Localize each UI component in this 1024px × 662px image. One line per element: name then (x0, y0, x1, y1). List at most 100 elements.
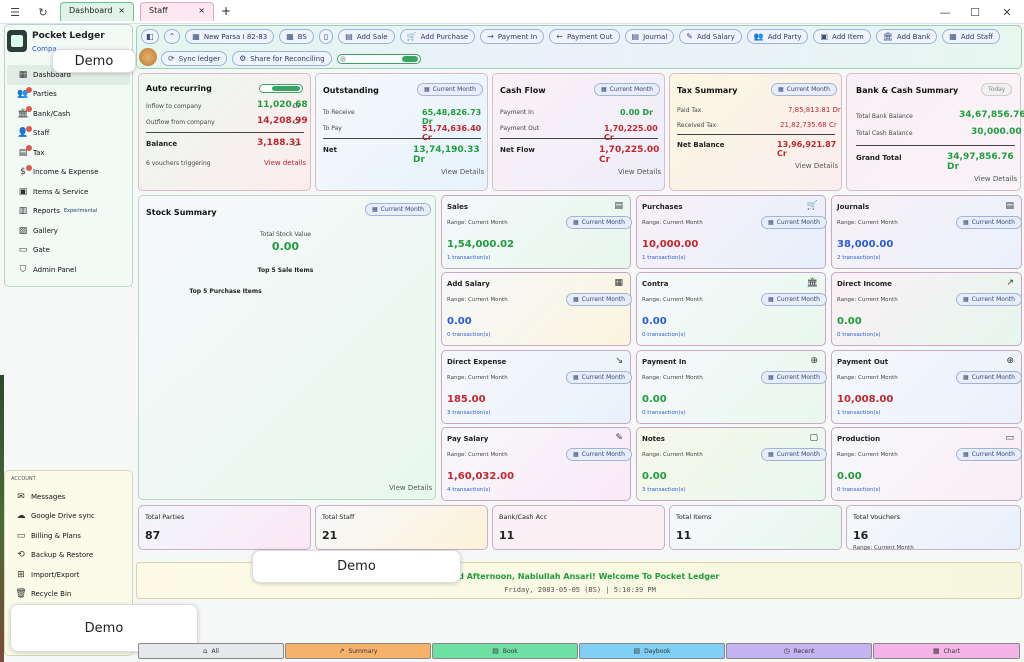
period-pill[interactable]: ▦ Current Month (956, 371, 1022, 384)
toolbar-row-2: ⟳ Sync ledger ⚙ Share for Reconciling (161, 51, 421, 66)
stock-value-label: Total Stock Value (260, 231, 311, 238)
period-pill[interactable]: ▦ Current Month (365, 203, 431, 216)
company-selector[interactable]: ▦ New Parsa I 82-83 (185, 29, 275, 44)
period-pill[interactable]: ▦ Current Month (594, 83, 660, 96)
bottom-tab-chart[interactable]: ▦ Chart (873, 643, 1020, 659)
tile-direct-income[interactable]: Direct Income ↗ Range: Current Month ▦ Cu… (831, 272, 1022, 346)
account-item-import-export[interactable]: ⊞ Import/Export (5, 565, 130, 585)
close-icon[interactable]: × (118, 6, 125, 18)
account-item-backup[interactable]: ⟲ Backup & Restore (5, 546, 130, 566)
pill-label: Current Month (609, 86, 653, 93)
tile-production[interactable]: Production ▭ Range: Current Month ▦ Curre… (831, 427, 1022, 501)
auto-toggle[interactable] (259, 84, 303, 93)
greeting-date: Friday, 2083-05-05 (BS) | 5:10:39 PM (504, 586, 656, 594)
period-pill[interactable]: ▦ Current Month (566, 216, 632, 229)
add-item-button[interactable]: ▣ Add Item (813, 29, 871, 44)
tile-payment-in[interactable]: Payment In ⊕ Range: Current Month ▦ Curre… (636, 350, 827, 424)
bottom-tab-recent[interactable]: ◷ Recent (726, 643, 872, 659)
sidebar-item-income-expense[interactable]: $ Income & Expense (7, 163, 130, 183)
tile-pay-salary[interactable]: Pay Salary ✎ Range: Current Month ▦ Curre… (441, 427, 632, 501)
period-pill[interactable]: ▦ Current Month (761, 448, 827, 461)
bottom-tab-daybook[interactable]: ▤ Daybook (579, 643, 725, 659)
sidebar-item-gallery[interactable]: ▨ Gallery (7, 221, 130, 241)
tile-notes[interactable]: Notes ▢ Range: Current Month ▦ Current Mo… (636, 427, 827, 501)
view-details-link[interactable]: View Details (389, 484, 432, 492)
add-bank-button[interactable]: 🏛 Add Bank (875, 29, 938, 44)
close-window-icon[interactable]: ✕ (992, 1, 1022, 23)
view-details-link[interactable]: View Details (441, 168, 484, 176)
period-pill[interactable]: ▦ Current Month (566, 371, 632, 384)
sidebar-item-admin-panel[interactable]: ⛉ Admin Panel (7, 260, 130, 280)
view-details-link[interactable]: View Details (974, 175, 1017, 183)
menu-icon[interactable]: ☰ (4, 1, 26, 23)
sidebar-item-bank-cash[interactable]: 🏛 Bank/Cash (7, 104, 130, 124)
total-label: Bank/Cash Acc (499, 513, 548, 521)
view-details-link[interactable]: View Details (618, 168, 661, 176)
close-icon[interactable]: × (198, 6, 205, 18)
period-pill[interactable]: ▦ Current Month (771, 83, 837, 96)
tile-purchases[interactable]: Purchases 🛒 Range: Current Month ▦ Curren… (636, 195, 827, 269)
tile-count: 0 transaction(s) (447, 332, 491, 338)
account-item-messages[interactable]: ✉ Messages (5, 487, 130, 507)
calendar-icon: ▦ (768, 451, 774, 458)
journal-button[interactable]: ▤ Journal (624, 29, 675, 44)
account-item-drive-sync[interactable]: ☁ Google Drive sync (5, 507, 130, 527)
period-pill[interactable]: ▦ Current Month (956, 448, 1022, 461)
sidebar-toggle-button[interactable]: ◧ (141, 29, 159, 44)
tile-sales[interactable]: Sales ▤ Range: Current Month ▦ Current Mo… (441, 195, 632, 269)
period-pill[interactable]: ▦ Current Month (956, 293, 1022, 306)
period-pill[interactable]: ▦ Current Month (566, 293, 632, 306)
tab-dashboard[interactable]: Dashboard × (60, 2, 134, 21)
period-pill[interactable]: ▦ Current Month (761, 371, 827, 384)
sidebar-item-reports[interactable]: ▥ Reports Experimental (7, 202, 130, 222)
account-item-recycle-bin[interactable]: 🗑 Recycle Bin (5, 585, 130, 605)
collapse-button[interactable]: ⌃ (163, 29, 181, 44)
sync-ledger-button[interactable]: ⟳ Sync ledger (161, 51, 228, 66)
daybook-icon: ▤ (633, 647, 641, 655)
payment-in-button[interactable]: → Payment In (480, 29, 545, 44)
minimize-icon[interactable]: — (930, 1, 960, 23)
tab-staff[interactable]: Staff × (140, 2, 214, 21)
add-sale-button[interactable]: ▤ Add Sale (338, 29, 395, 44)
period-pill[interactable]: ▦ Current Month (566, 448, 632, 461)
period-pill[interactable]: ▦ Current Month (761, 293, 827, 306)
arrow-right-icon: → (487, 32, 494, 41)
sync-toggle[interactable] (336, 53, 421, 64)
period-pill[interactable]: ▦ Current Month (417, 83, 483, 96)
maximize-icon[interactable]: ☐ (960, 1, 990, 23)
device-button[interactable]: ▯ (318, 29, 334, 44)
bottom-tab-book[interactable]: ▤ Book (432, 643, 578, 659)
add-salary-button[interactable]: ✎ Add Salary (679, 29, 742, 44)
new-tab-button[interactable]: + (221, 4, 231, 18)
tile-payment-out[interactable]: Payment Out ⊕ Range: Current Month ▦ Curr… (831, 350, 1022, 424)
payment-out-button[interactable]: ← Payment Out (549, 29, 620, 44)
button-label: Add Staff (960, 32, 993, 41)
bottom-tab-all[interactable]: ⌂ All (138, 643, 284, 659)
account-item-billing[interactable]: ▭ Billing & Plans (5, 526, 130, 546)
sidebar-item-tax[interactable]: ▤ Tax (7, 143, 130, 163)
view-details-link[interactable]: View Details (795, 162, 838, 170)
share-reconcile-button[interactable]: ⚙ Share for Reconciling (232, 51, 332, 66)
add-staff-button[interactable]: ▦ Add Staff (942, 29, 1000, 44)
tile-add-salary[interactable]: Add Salary ▦ Range: Current Month ▦ Curre… (441, 272, 632, 346)
bottom-tab-summary[interactable]: ↗ Summary (285, 643, 431, 659)
tile-direct-expense[interactable]: Direct Expense ↘ Range: Current Month ▦ C… (441, 350, 632, 424)
calendar-toggle[interactable]: ▦ BS (279, 29, 314, 44)
sidebar-item-items-service[interactable]: ▣ Items & Service (7, 182, 130, 202)
period-pill[interactable]: ▦ Current Month (761, 216, 827, 229)
sidebar-item-staff[interactable]: 👤 Staff (7, 124, 130, 144)
tile-journals[interactable]: Journals ▤ Range: Current Month ▦ Current… (831, 195, 1022, 269)
avatar[interactable] (139, 48, 157, 66)
button-label: Journal (643, 32, 668, 41)
refresh-icon[interactable]: ↻ (32, 1, 54, 23)
total-label: Total Parties (145, 513, 185, 521)
add-purchase-button[interactable]: 🛒 Add Purchase (399, 29, 476, 44)
sidebar-item-gate[interactable]: ▭ Gate (7, 241, 130, 261)
add-party-button[interactable]: 👥 Add Party (746, 29, 809, 44)
tile-contra[interactable]: Contra 🏛 Range: Current Month ▦ Current M… (636, 272, 827, 346)
account-nav: ✉ Messages ☁ Google Drive sync ▭ Billing & … (5, 487, 130, 604)
view-details-link[interactable]: View details (264, 159, 306, 167)
period-pill[interactable]: ▦ Current Month (956, 216, 1022, 229)
period-pill[interactable]: Today (981, 83, 1013, 96)
sidebar-item-parties[interactable]: 👥 Parties (7, 85, 130, 105)
